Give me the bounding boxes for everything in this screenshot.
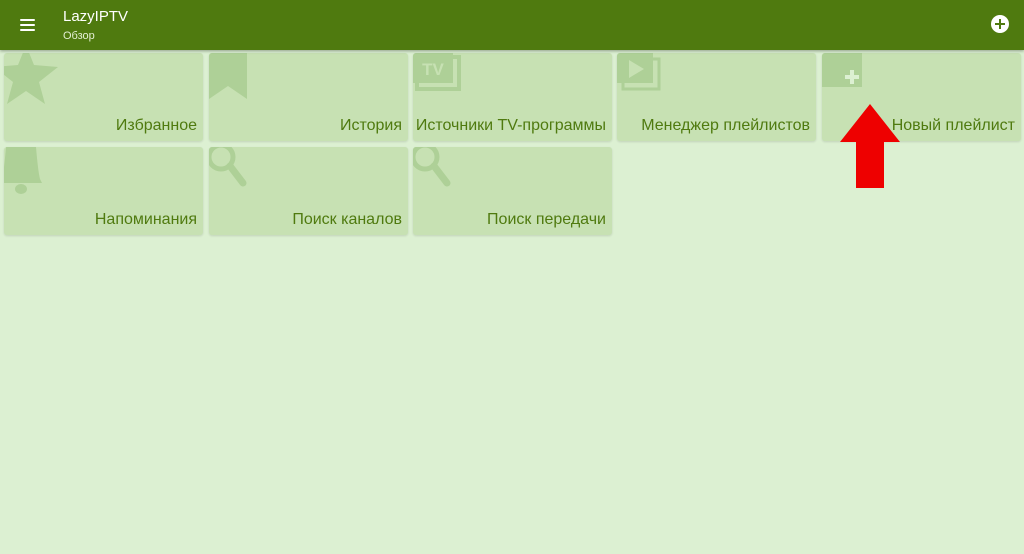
star-icon [4,53,58,104]
tile-playlist-manager[interactable]: Менеджер плейлистов [617,53,816,141]
tile-program-search[interactable]: Поиск передачи [413,147,612,235]
search-icon [209,147,247,187]
tv-icon-text: TV [422,60,444,79]
menu-button[interactable] [18,15,38,35]
add-button[interactable] [990,14,1010,34]
tile-label: Поиск передачи [487,211,606,228]
app-title: LazyIPTV [63,8,129,25]
tile-reminders[interactable]: Напоминания [4,147,203,235]
playlist-play-icon [617,53,661,91]
tile-label: Новый плейлист [891,117,1015,134]
app-bar: LazyIPTV Обзор [0,0,1024,50]
tile-channel-search[interactable]: Поиск каналов [209,147,408,235]
tile-label: Источники TV-программы [415,117,606,134]
hamburger-menu-icon [20,19,35,21]
tile-label: Избранное [115,117,197,134]
search-icon [413,147,451,187]
tile-history[interactable]: История [209,53,408,141]
red-arrow-up-icon [840,104,900,188]
tile-epg-sources[interactable]: TV Источники TV-программы [413,53,612,141]
tile-favorites[interactable]: Избранное [4,53,203,141]
hamburger-menu-icon-line [20,29,35,31]
playlist-add-icon [822,53,862,87]
bell-icon [4,147,42,194]
app-bar-titles: LazyIPTV Обзор [63,8,128,44]
tile-label: Менеджер плейлистов [641,117,810,134]
hamburger-menu-icon-line [20,24,35,26]
app-subtitle: Обзор [63,30,95,42]
add-circle-icon [991,15,1009,33]
bookmark-icon [209,53,247,99]
tile-label: История [339,117,402,134]
tile-label: Напоминания [94,211,197,228]
tv-icon: TV [413,53,461,91]
tile-label: Поиск каналов [292,211,402,228]
